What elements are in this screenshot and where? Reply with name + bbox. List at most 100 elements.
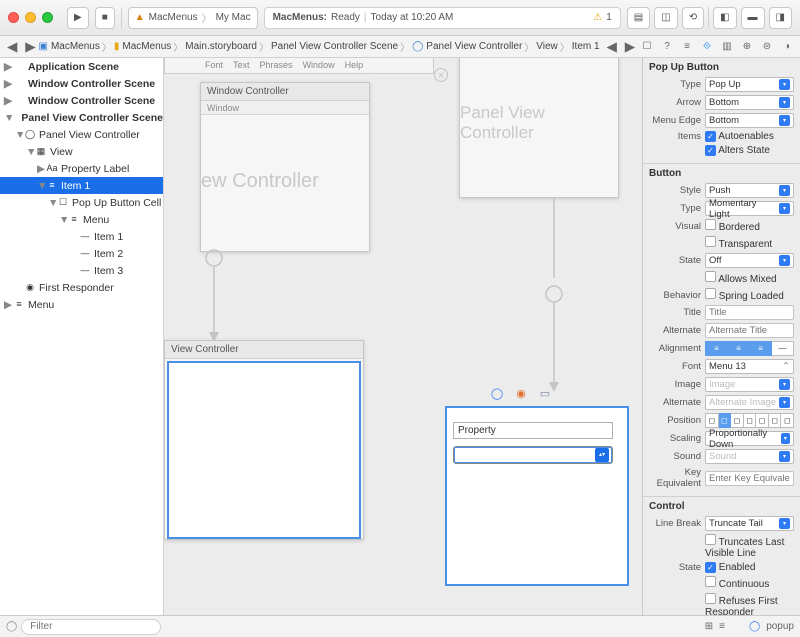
popup-type-select[interactable]: Pop Up▾ bbox=[705, 77, 794, 92]
popup-arrow-select[interactable]: Bottom▾ bbox=[705, 95, 794, 110]
titlebar: ▶ ■ ▲ MacMenus 〉 My Mac MacMenus: Ready … bbox=[0, 0, 800, 36]
transparent-checkbox[interactable] bbox=[705, 236, 716, 247]
connections-inspector-tab[interactable]: ⊕ bbox=[738, 39, 756, 55]
bottom-bar: ◯ ⊞ ≡ ◯ popup bbox=[0, 615, 800, 637]
window-traffic-lights bbox=[8, 12, 53, 23]
outline-row[interactable]: ▶Window Controller Scene bbox=[0, 92, 163, 109]
outline-row[interactable]: ▶Window Controller Scene bbox=[0, 75, 163, 92]
canvas-view-mode-list[interactable]: ≡ bbox=[719, 621, 725, 632]
close-window-button[interactable] bbox=[8, 12, 19, 23]
view-content[interactable] bbox=[167, 361, 361, 539]
bordered-checkbox[interactable] bbox=[705, 219, 716, 230]
outline-row[interactable]: ◉First Responder bbox=[0, 279, 163, 296]
attributes-inspector-tab[interactable]: ⟐ bbox=[698, 39, 716, 55]
toggle-inspector[interactable]: ◨ bbox=[769, 7, 792, 29]
alternate-title-input[interactable] bbox=[705, 323, 794, 338]
outline-row[interactable]: —Item 1 bbox=[0, 228, 163, 245]
font-select[interactable]: Menu 13⌃ bbox=[705, 359, 794, 374]
next-file-button[interactable]: ▶ bbox=[622, 39, 638, 55]
file-inspector-tab[interactable]: ☐ bbox=[638, 39, 656, 55]
attributes-inspector[interactable]: Pop Up Button TypePop Up▾ ArrowBottom▾ M… bbox=[642, 58, 800, 615]
alters-state-checkbox[interactable]: ✓ bbox=[705, 145, 716, 156]
alt-image-select[interactable]: Alternate Image▾ bbox=[705, 395, 794, 410]
position-segmented[interactable]: ◻◻◻◻◻◻◻ bbox=[705, 413, 794, 428]
zoom-window-button[interactable] bbox=[42, 12, 53, 23]
outline-row[interactable]: ▼≡Menu bbox=[0, 211, 163, 228]
image-select[interactable]: Image▾ bbox=[705, 377, 794, 392]
scene-dock[interactable]: ◯ ◉ ▭ bbox=[490, 387, 552, 401]
section-header: Control bbox=[649, 501, 794, 512]
outline-row[interactable]: ▼Panel View Controller Scene bbox=[0, 109, 163, 126]
first-responder-icon[interactable]: ◉ bbox=[514, 387, 528, 401]
stop-button[interactable]: ■ bbox=[95, 7, 115, 29]
window-controller-scene[interactable]: Window Controller Window ew Controller bbox=[200, 82, 370, 252]
identity-inspector-tab[interactable]: ≡ bbox=[678, 39, 696, 55]
section-header: Pop Up Button bbox=[649, 62, 794, 73]
segue-source-icon: ✕ bbox=[434, 68, 448, 82]
outline-row[interactable]: ▶≡Menu bbox=[0, 296, 163, 313]
toggle-debug-area[interactable]: ▬ bbox=[741, 7, 765, 29]
button-style-select[interactable]: Push▾ bbox=[705, 183, 794, 198]
breadcrumb[interactable]: ▣MacMenus〉 ▮MacMenus〉 Main.storyboard〉 P… bbox=[39, 39, 604, 54]
toggle-navigator[interactable]: ◧ bbox=[713, 7, 736, 29]
view-controller-scene[interactable]: View Controller bbox=[164, 340, 364, 540]
outline-row[interactable]: —Item 2 bbox=[0, 245, 163, 262]
scheme-selector[interactable]: ▲ MacMenus 〉 My Mac bbox=[128, 7, 258, 29]
refuses-first-checkbox[interactable] bbox=[705, 593, 716, 604]
size-inspector-tab[interactable]: ▥ bbox=[718, 39, 736, 55]
continuous-checkbox[interactable] bbox=[705, 576, 716, 587]
linebreak-select[interactable]: Truncate Tail▾ bbox=[705, 516, 794, 531]
prev-file-button[interactable]: ◀ bbox=[604, 39, 620, 55]
scaling-select[interactable]: Proportionally Down▾ bbox=[705, 431, 794, 446]
quick-help-tab[interactable]: ? bbox=[658, 39, 676, 55]
outline-row[interactable]: ▼≡Item 1 bbox=[0, 177, 163, 194]
minimize-window-button[interactable] bbox=[25, 12, 36, 23]
popup-arrows-icon: ▴▾ bbox=[595, 448, 609, 462]
scene-title: View Controller bbox=[165, 341, 363, 359]
button-type-select[interactable]: Momentary Light▾ bbox=[705, 201, 794, 216]
popup-button-item1[interactable]: ▴▾ bbox=[453, 446, 613, 464]
run-button[interactable]: ▶ bbox=[67, 7, 89, 29]
outline-row[interactable]: ▼▦View bbox=[0, 143, 163, 160]
editor-mode-standard[interactable]: ▤ bbox=[627, 7, 650, 29]
view-controller-icon[interactable]: ◯ bbox=[490, 387, 504, 401]
truncates-last-checkbox[interactable] bbox=[705, 534, 716, 545]
canvas-view-mode-grid[interactable]: ⊞ bbox=[705, 621, 713, 632]
editor-mode-version[interactable]: ⟲ bbox=[682, 7, 704, 29]
editor-mode-assistant[interactable]: ◫ bbox=[654, 7, 677, 29]
inspector-tab-bar: ☐ ? ≡ ⟐ ▥ ⊕ ⊜ ◑ bbox=[638, 39, 796, 55]
panel-view[interactable]: Property ▴▾ bbox=[445, 406, 629, 586]
allows-mixed-checkbox[interactable] bbox=[705, 271, 716, 282]
interface-builder-canvas[interactable]: FontTextPhrasesWindowHelp Window Control… bbox=[164, 58, 642, 615]
forward-button[interactable]: ▶ bbox=[22, 39, 38, 55]
ghost-label: Panel View Controller bbox=[460, 58, 618, 197]
sound-select[interactable]: Sound▾ bbox=[705, 449, 794, 464]
button-state-select[interactable]: Off▾ bbox=[705, 253, 794, 268]
outline-row[interactable]: —Item 3 bbox=[0, 262, 163, 279]
key-equivalent-input[interactable] bbox=[705, 471, 794, 486]
spring-loaded-checkbox[interactable] bbox=[705, 288, 716, 299]
outline-row[interactable]: ▶Application Scene bbox=[0, 58, 163, 75]
outline-row[interactable]: ▼☐Pop Up Button Cell bbox=[0, 194, 163, 211]
popup-menuedge-select[interactable]: Bottom▾ bbox=[705, 113, 794, 128]
effects-inspector-tab[interactable]: ◑ bbox=[778, 39, 796, 55]
panel-view-controller-box[interactable]: Panel View Controller bbox=[459, 58, 619, 198]
outline-row[interactable]: ▶AaProperty Label bbox=[0, 160, 163, 177]
back-button[interactable]: ◀ bbox=[4, 39, 20, 55]
title-input[interactable] bbox=[705, 305, 794, 320]
exit-icon[interactable]: ▭ bbox=[538, 387, 552, 401]
enabled-checkbox[interactable]: ✓ bbox=[705, 562, 716, 573]
scene-subtitle: Window bbox=[201, 101, 369, 115]
filter-icon: ◯ bbox=[6, 621, 17, 632]
library-filter-label: popup bbox=[766, 621, 794, 632]
document-outline[interactable]: ▶Application Scene▶Window Controller Sce… bbox=[0, 58, 164, 615]
ghost-label: ew Controller bbox=[201, 115, 369, 247]
section-header: Button bbox=[649, 168, 794, 179]
outline-row[interactable]: ▼◯Panel View Controller bbox=[0, 126, 163, 143]
autoenables-checkbox[interactable]: ✓ bbox=[705, 131, 716, 142]
property-label[interactable]: Property bbox=[453, 422, 613, 439]
alignment-segmented[interactable]: ≡≡≡— bbox=[705, 341, 794, 356]
bindings-inspector-tab[interactable]: ⊜ bbox=[758, 39, 776, 55]
jump-bar: ◀ ▶ ▣MacMenus〉 ▮MacMenus〉 Main.storyboar… bbox=[0, 36, 800, 58]
outline-filter-input[interactable] bbox=[21, 619, 161, 635]
